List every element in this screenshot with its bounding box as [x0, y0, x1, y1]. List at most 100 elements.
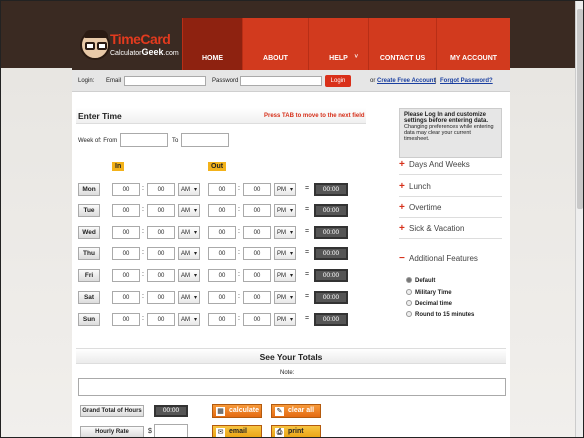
out-ampm-select[interactable]: PM: [274, 313, 296, 326]
nav-about[interactable]: ABOUT: [242, 18, 308, 70]
logo-subtitle: CalculatorGeek.com: [110, 47, 179, 57]
hourly-rate-input[interactable]: [154, 424, 188, 438]
in-minute-input[interactable]: 00: [147, 204, 175, 217]
time-row-wed: Wed00:00AM00:00PM=00:00: [78, 226, 368, 241]
nav-home[interactable]: HOME: [182, 18, 242, 70]
scrollbar[interactable]: [575, 1, 583, 437]
in-ampm-select[interactable]: AM: [178, 183, 200, 196]
nav-my-account[interactable]: MY ACCOUNT: [436, 18, 510, 70]
login-bar: Login: Email Password Login or Create Fr…: [72, 70, 510, 92]
equals-sign: =: [305, 185, 310, 192]
in-label: In: [112, 162, 125, 171]
grand-total-value: 00:00: [154, 405, 188, 417]
equals-sign: =: [305, 206, 310, 213]
sidebar-item-additional-features[interactable]: − Additional Features: [399, 249, 502, 269]
settings-note-title: Please Log In and customize settings bef…: [404, 112, 489, 124]
in-minute-input[interactable]: 00: [147, 291, 175, 304]
eraser-icon: ✎: [275, 407, 284, 416]
out-hour-input[interactable]: 00: [208, 247, 236, 260]
out-minute-input[interactable]: 00: [243, 226, 271, 239]
in-hour-input[interactable]: 00: [112, 226, 140, 239]
in-ampm-select[interactable]: AM: [178, 291, 200, 304]
option-military-time[interactable]: Military Time: [406, 289, 452, 296]
email-button[interactable]: ✉ email: [212, 425, 262, 438]
sidebar-item-days-and-weeks[interactable]: + Days And Weeks: [399, 155, 502, 175]
email-field[interactable]: [124, 76, 206, 86]
create-account-link[interactable]: Create Free Account: [377, 78, 435, 84]
in-ampm-select[interactable]: AM: [178, 313, 200, 326]
totals-header: See Your Totals: [76, 348, 506, 364]
in-hour-input[interactable]: 00: [112, 247, 140, 260]
out-minute-input[interactable]: 00: [243, 247, 271, 260]
nav-help[interactable]: HELP ˅: [308, 18, 368, 70]
out-ampm-select[interactable]: PM: [274, 269, 296, 282]
in-ampm-select[interactable]: AM: [178, 204, 200, 217]
in-minute-input[interactable]: 00: [147, 247, 175, 260]
note-input[interactable]: [78, 378, 506, 396]
in-hour-input[interactable]: 00: [112, 313, 140, 326]
out-hour-input[interactable]: 00: [208, 291, 236, 304]
out-minute-input[interactable]: 00: [243, 183, 271, 196]
colon: :: [238, 206, 240, 213]
out-ampm-select[interactable]: PM: [274, 226, 296, 239]
clear-all-button[interactable]: ✎ clear all: [271, 404, 321, 418]
out-minute-input[interactable]: 00: [243, 204, 271, 217]
login-button[interactable]: Login: [325, 75, 351, 87]
in-ampm-select[interactable]: AM: [178, 269, 200, 282]
radio-icon: [406, 311, 412, 317]
option-round-15[interactable]: Round to 15 minutes: [406, 311, 474, 318]
time-row-fri: Fri00:00AM00:00PM=00:00: [78, 269, 368, 284]
in-minute-input[interactable]: 00: [147, 183, 175, 196]
expand-icon: +: [399, 181, 405, 192]
out-hour-input[interactable]: 00: [208, 269, 236, 282]
colon: :: [142, 206, 144, 213]
scrollbar-thumb[interactable]: [577, 9, 583, 209]
in-hour-input[interactable]: 00: [112, 183, 140, 196]
week-to-input[interactable]: [181, 133, 229, 147]
sidebar-item-sick-vacation[interactable]: + Sick & Vacation: [399, 219, 502, 239]
tab-tip: Press TAB to move to the next field: [264, 113, 365, 119]
out-minute-input[interactable]: 00: [243, 269, 271, 282]
calculate-button[interactable]: ▦ calculate: [212, 404, 262, 418]
colon: :: [142, 293, 144, 300]
out-minute-input[interactable]: 00: [243, 313, 271, 326]
forgot-password-link[interactable]: Forgot Password?: [440, 78, 493, 84]
option-decimal-time[interactable]: Decimal time: [406, 300, 452, 307]
colon: :: [142, 228, 144, 235]
in-minute-input[interactable]: 00: [147, 313, 175, 326]
email-icon: ✉: [216, 428, 225, 437]
in-ampm-select[interactable]: AM: [178, 226, 200, 239]
in-minute-input[interactable]: 00: [147, 226, 175, 239]
password-label: Password: [212, 78, 239, 84]
in-hour-input[interactable]: 00: [112, 204, 140, 217]
in-ampm-select[interactable]: AM: [178, 247, 200, 260]
colon: :: [238, 271, 240, 278]
week-to-label: To: [172, 138, 179, 144]
option-default[interactable]: Default: [406, 277, 435, 284]
time-row-tue: Tue00:00AM00:00PM=00:00: [78, 204, 368, 219]
geek-mascot-icon: [80, 30, 110, 60]
in-hour-input[interactable]: 00: [112, 291, 140, 304]
out-ampm-select[interactable]: PM: [274, 183, 296, 196]
out-hour-input[interactable]: 00: [208, 313, 236, 326]
out-ampm-select[interactable]: PM: [274, 247, 296, 260]
out-hour-input[interactable]: 00: [208, 204, 236, 217]
nav-contact[interactable]: CONTACT US: [368, 18, 436, 70]
sidebar-item-lunch[interactable]: + Lunch: [399, 177, 502, 197]
in-minute-input[interactable]: 00: [147, 269, 175, 282]
in-hour-input[interactable]: 00: [112, 269, 140, 282]
chevron-down-icon: ˅: [354, 54, 358, 60]
out-ampm-select[interactable]: PM: [274, 291, 296, 304]
week-from-input[interactable]: [120, 133, 168, 147]
password-field[interactable]: [240, 76, 322, 86]
out-ampm-select[interactable]: PM: [274, 204, 296, 217]
out-hour-input[interactable]: 00: [208, 183, 236, 196]
out-label: Out: [208, 162, 227, 171]
out-hour-input[interactable]: 00: [208, 226, 236, 239]
calculator-icon: ▦: [216, 407, 225, 416]
print-button[interactable]: ⎙ print: [271, 425, 321, 438]
sidebar-item-overtime[interactable]: + Overtime: [399, 198, 502, 218]
logo[interactable]: TimeCard CalculatorGeek.com: [72, 18, 182, 70]
out-minute-input[interactable]: 00: [243, 291, 271, 304]
time-row-sun: Sun00:00AM00:00PM=00:00: [78, 313, 368, 328]
